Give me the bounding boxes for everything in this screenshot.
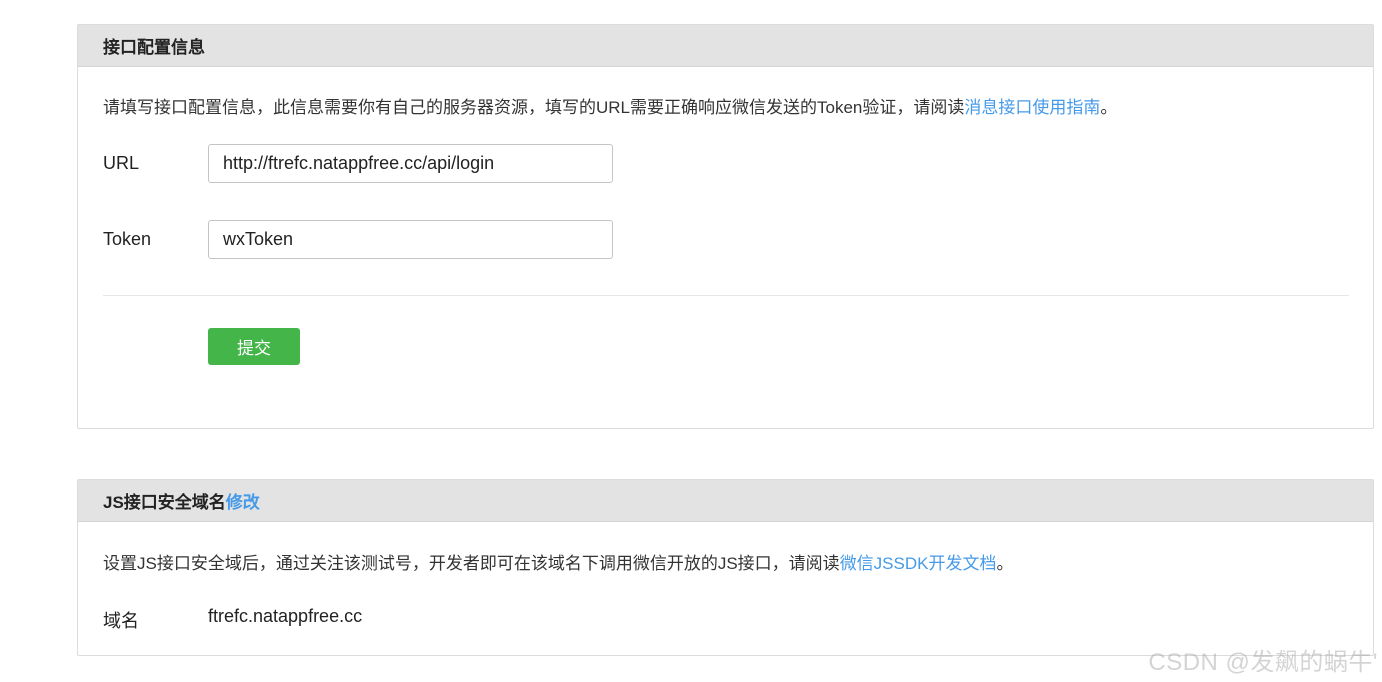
js-domain-description-end: 。 <box>996 554 1014 573</box>
interface-config-panel: 接口配置信息 请填写接口配置信息，此信息需要你有自己的服务器资源，填写的URL需… <box>77 24 1374 429</box>
jssdk-doc-link[interactable]: 微信JSSDK开发文档 <box>840 554 997 573</box>
domain-label: 域名 <box>103 611 139 631</box>
interface-config-description-text: 请填写接口配置信息，此信息需要你有自己的服务器资源，填写的URL需要正确响应微信… <box>103 98 965 117</box>
js-domain-description: 设置JS接口安全域后，通过关注该测试号，开发者即可在该域名下调用微信开放的JS接… <box>103 549 1013 574</box>
form-divider <box>103 295 1349 296</box>
edit-domain-link[interactable]: 修改 <box>226 488 260 513</box>
js-domain-description-text: 设置JS接口安全域后，通过关注该测试号，开发者即可在该域名下调用微信开放的JS接… <box>103 554 840 573</box>
domain-value: ftrefc.natappfree.cc <box>208 606 363 626</box>
url-label: URL <box>103 153 140 173</box>
js-domain-header: JS接口安全域名 修改 <box>78 480 1373 522</box>
js-domain-title: JS接口安全域名 <box>103 493 226 512</box>
js-domain-panel: JS接口安全域名 修改 设置JS接口安全域后，通过关注该测试号，开发者即可在该域名… <box>77 479 1374 656</box>
csdn-watermark: CSDN @发飙的蜗牛' <box>1148 649 1378 676</box>
token-input[interactable] <box>208 220 613 259</box>
interface-config-header: 接口配置信息 <box>78 25 1373 67</box>
submit-button[interactable]: 提交 <box>208 328 300 365</box>
interface-config-description: 请填写接口配置信息，此信息需要你有自己的服务器资源，填写的URL需要正确响应微信… <box>103 93 1117 118</box>
interface-config-description-end: 。 <box>1100 98 1118 117</box>
token-label: Token <box>103 229 152 249</box>
interface-config-title: 接口配置信息 <box>103 38 205 57</box>
message-interface-guide-link[interactable]: 消息接口使用指南 <box>964 98 1100 117</box>
url-input[interactable] <box>208 144 613 183</box>
